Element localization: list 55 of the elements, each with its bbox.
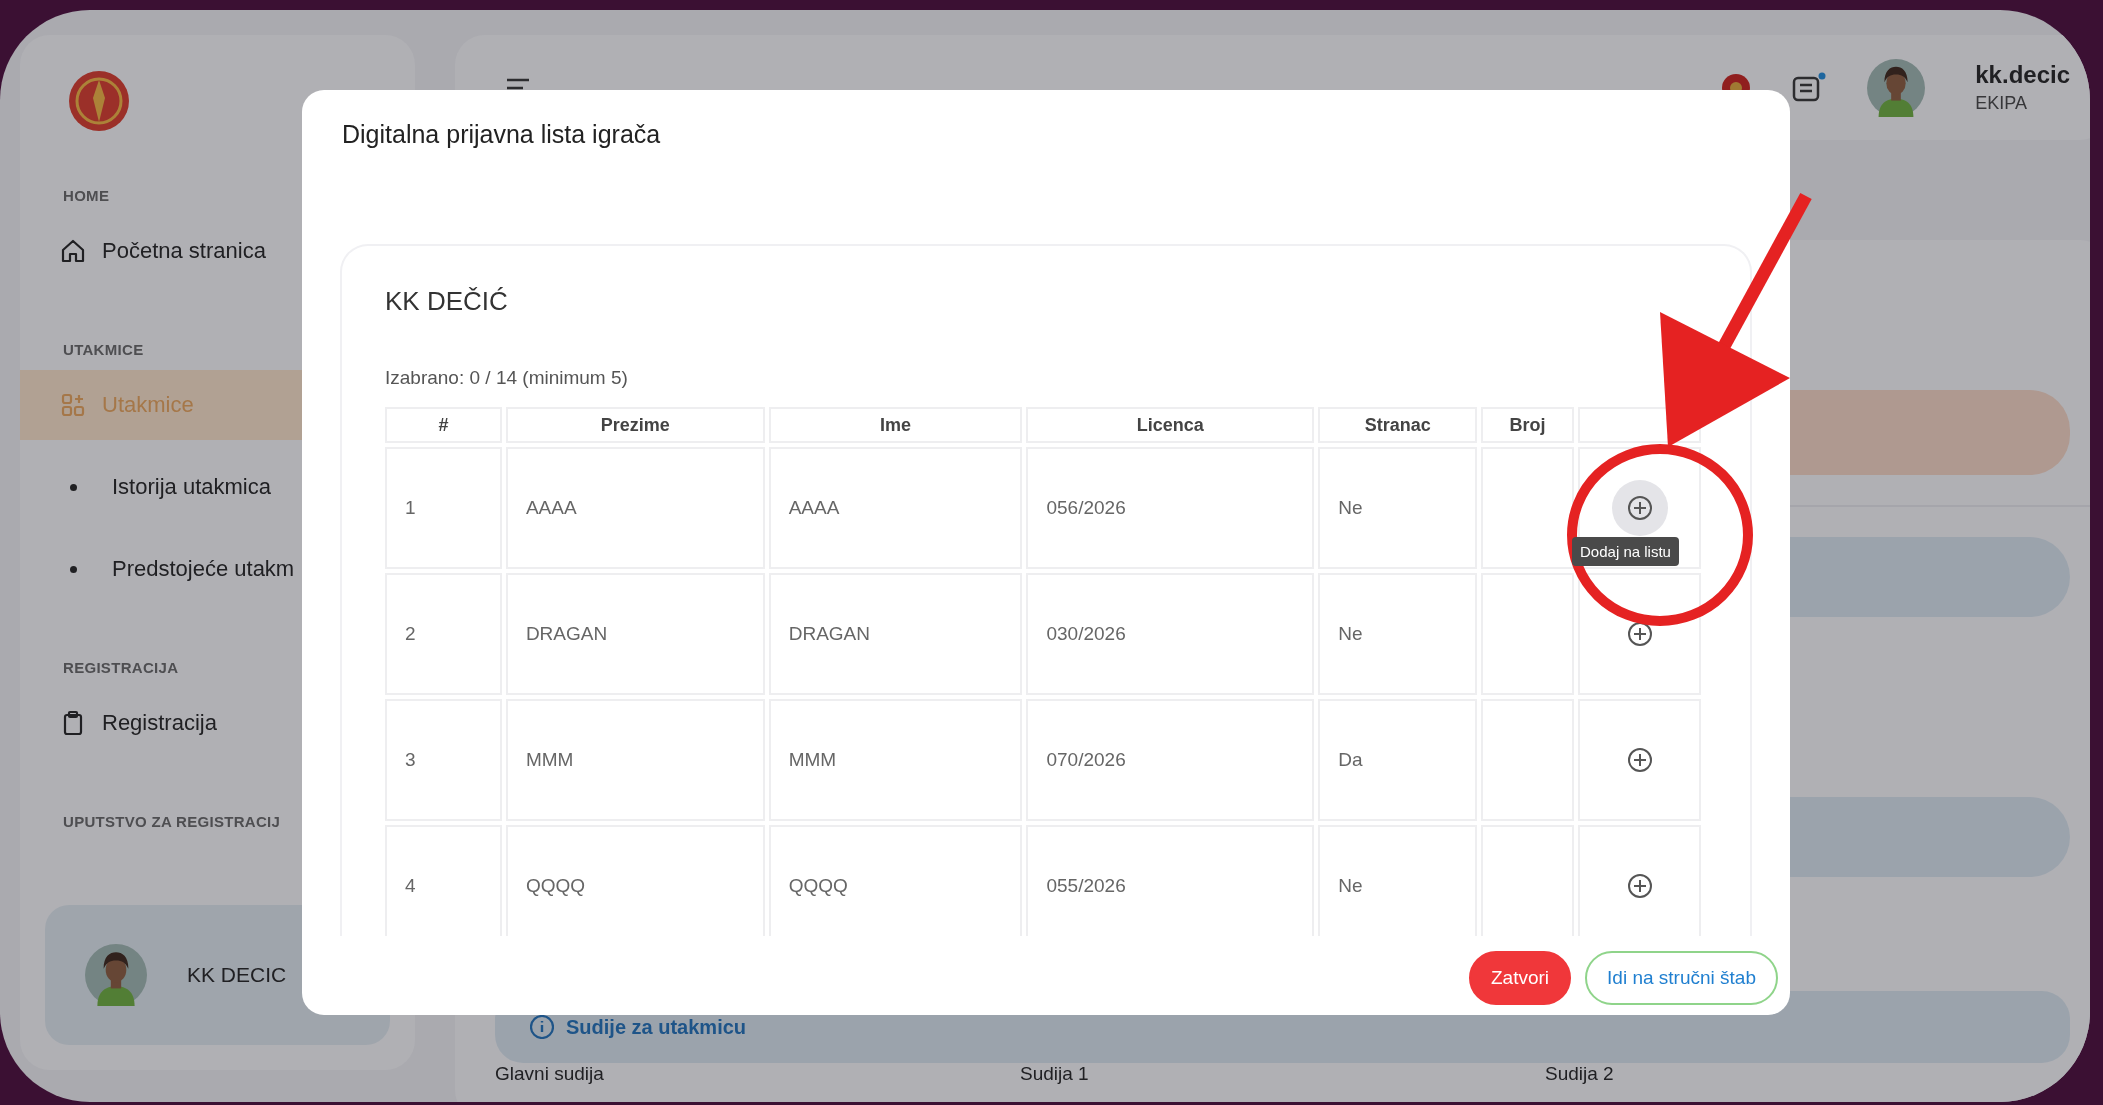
grid-icon	[60, 392, 86, 418]
table-cell: AAAA	[768, 447, 1023, 569]
table-cell: QQQQ	[505, 825, 765, 936]
user-role: EKIPA	[1975, 93, 2028, 114]
column-header: #	[385, 407, 502, 443]
table-cell: DRAGAN	[505, 573, 765, 695]
add-icon	[1625, 494, 1654, 522]
field-label: Glavni sudija	[495, 1063, 605, 1085]
table-cell: 3	[385, 699, 502, 821]
section-label: REGISTRACIJA	[63, 659, 180, 676]
avatar-icon	[1867, 58, 1926, 117]
table-cell: 056/2026	[1026, 447, 1315, 569]
table-cell: 030/2026	[1026, 573, 1315, 695]
table-cell: 2	[385, 573, 502, 695]
column-header: Prezime	[505, 407, 765, 443]
section-label: UTAKMICE	[63, 341, 145, 358]
nav-item[interactable]: Početna stranica	[20, 216, 415, 286]
close-button[interactable]: Zatvori	[1469, 951, 1572, 1005]
bullet-icon	[70, 565, 77, 573]
user-name: kk.decic	[1975, 61, 2070, 89]
table-cell: 070/2026	[1026, 699, 1315, 821]
tooltip: Dodaj na listu	[1572, 537, 1679, 566]
table-cell: QQQQ	[768, 825, 1023, 936]
column-header: Licenca	[1026, 407, 1315, 443]
section-title: Sudije za utakmicu	[566, 1015, 747, 1039]
column-header: Stranac	[1318, 407, 1478, 443]
column-header: Ime	[768, 407, 1023, 443]
add-icon	[1625, 746, 1654, 774]
home-icon	[60, 238, 86, 264]
table-cell: 055/2026	[1026, 825, 1315, 936]
table-cell: 4	[385, 825, 502, 936]
logo-icon	[68, 70, 130, 132]
team-title: KK DEČIĆ	[385, 286, 509, 317]
avatar-icon	[85, 944, 147, 1006]
table-cell: Ne	[1318, 573, 1478, 695]
table-cell: Ne	[1318, 825, 1478, 936]
field-label: Sudija 1	[1020, 1063, 1090, 1085]
table-cell: MMM	[768, 699, 1023, 821]
bullet-icon	[70, 483, 77, 491]
table-cell: Da	[1318, 699, 1478, 821]
table-cell: DRAGAN	[768, 573, 1023, 695]
table-cell: 1	[385, 447, 502, 569]
team-name: KK DECIC	[187, 963, 287, 987]
add-icon	[1625, 872, 1654, 900]
table-cell: Ne	[1318, 447, 1478, 569]
next-button[interactable]: Idi na stručni štab	[1585, 951, 1778, 1005]
info-icon	[530, 1015, 554, 1039]
section-label: UPUTSTVO ZA REGISTRACIJ	[63, 813, 282, 830]
modal-title: Digitalna prijavna lista igrača	[342, 120, 662, 149]
section-label: HOME	[63, 187, 111, 204]
table-cell: MMM	[505, 699, 765, 821]
column-header: Broj	[1481, 407, 1575, 443]
add-icon	[1625, 620, 1654, 648]
field-label: Sudija 2	[1545, 1063, 1615, 1085]
table-cell: AAAA	[505, 447, 765, 569]
